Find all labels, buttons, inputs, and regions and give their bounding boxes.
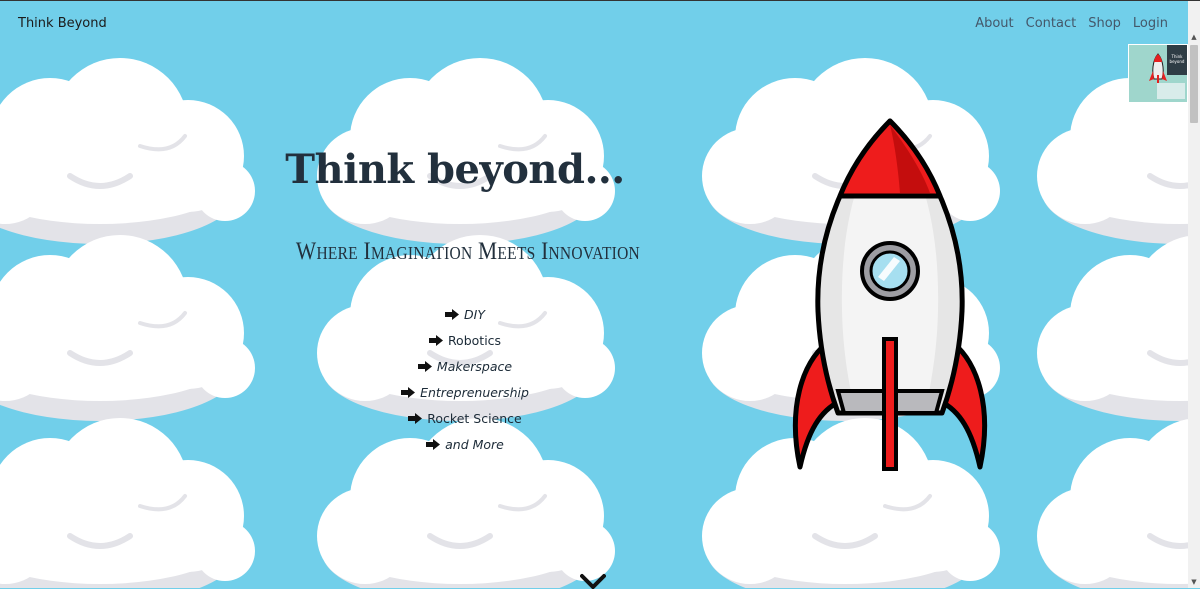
thumbnail-footer [1157, 83, 1185, 99]
hero-subtitle: Where Imagination Meets Innovation [295, 238, 640, 265]
arrow-right-icon [426, 438, 441, 450]
page-scrollbar[interactable]: ▲ ▼ [1188, 1, 1200, 588]
nav-link-contact[interactable]: Contact [1026, 16, 1077, 31]
nav-link-about[interactable]: About [975, 16, 1013, 31]
topic-label: Robotics [447, 332, 502, 348]
list-item: Rocket Science [360, 405, 570, 431]
navbar: Think Beyond About Contact Shop Login [0, 1, 1188, 47]
list-item: Entreprenuership [360, 379, 570, 405]
scroll-down-icon[interactable]: ▼ [1188, 576, 1200, 588]
list-item: Makerspace [360, 353, 570, 379]
topic-list: DIY Robotics Makerspace Entreprenuership… [360, 301, 570, 457]
nav-link-shop[interactable]: Shop [1088, 16, 1121, 31]
arrow-right-icon [445, 308, 460, 320]
nav-link-login[interactable]: Login [1133, 16, 1168, 31]
topic-label: Rocket Science [427, 410, 522, 426]
arrow-right-icon [428, 334, 443, 346]
arrow-right-icon [417, 360, 432, 372]
topic-label: Makerspace [436, 358, 513, 374]
topic-label: Entreprenuership [420, 384, 529, 400]
list-item: Robotics [360, 327, 570, 353]
poster-thumbnail[interactable]: Think beyond [1128, 44, 1188, 103]
arrow-right-icon [401, 386, 416, 398]
topic-label: and More [445, 436, 504, 452]
list-item: DIY [360, 301, 570, 327]
list-item: and More [360, 431, 570, 457]
hero-title: Think beyond... [285, 146, 625, 193]
topic-label: DIY [464, 306, 485, 322]
scrollbar-thumb[interactable] [1190, 45, 1198, 123]
brand-link[interactable]: Think Beyond [18, 16, 107, 31]
thumbnail-title: Think beyond [1169, 54, 1185, 64]
arrow-right-icon [408, 412, 423, 424]
rocket-illustration [792, 118, 988, 471]
scroll-up-icon[interactable]: ▲ [1188, 31, 1200, 43]
nav-links: About Contact Shop Login [975, 16, 1168, 31]
